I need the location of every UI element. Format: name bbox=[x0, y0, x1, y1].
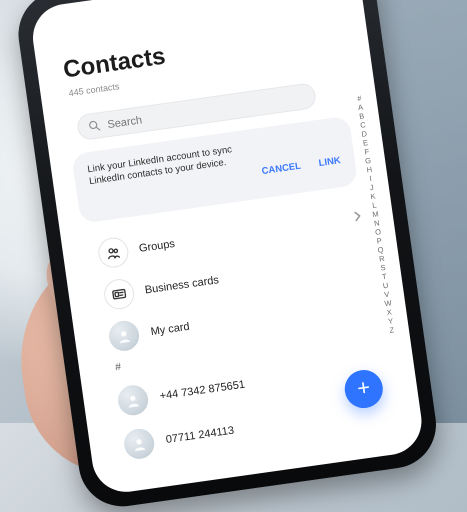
business-card-icon bbox=[103, 278, 135, 310]
my-card-label: My card bbox=[150, 321, 190, 338]
person-icon bbox=[124, 391, 142, 409]
page-title: Contacts bbox=[62, 43, 168, 85]
search-icon bbox=[87, 118, 103, 134]
smartphone: Contacts 445 contacts Link your LinkedIn… bbox=[13, 0, 442, 512]
contact-avatar bbox=[122, 427, 156, 461]
contacts-count: 445 contacts bbox=[68, 81, 120, 98]
business-cards-label: Business cards bbox=[144, 274, 220, 296]
chevron-right-icon bbox=[352, 211, 363, 222]
contact-avatar bbox=[116, 383, 150, 417]
cancel-button[interactable]: CANCEL bbox=[261, 161, 302, 177]
plus-icon: + bbox=[356, 376, 372, 400]
contact-number: 07711 244113 bbox=[165, 425, 235, 446]
banner-actions: CANCEL LINK bbox=[261, 155, 342, 177]
section-header: # bbox=[115, 362, 122, 374]
groups-icon bbox=[98, 237, 130, 269]
contacts-menu-list: Groups Business cards bbox=[83, 195, 388, 360]
link-button[interactable]: LINK bbox=[318, 155, 341, 169]
index-letter[interactable]: Z bbox=[384, 325, 399, 336]
avatar-icon bbox=[115, 327, 133, 345]
groups-label: Groups bbox=[138, 238, 175, 255]
person-icon bbox=[130, 435, 148, 453]
banner-text: Link your LinkedIn account to sync Linke… bbox=[87, 139, 269, 188]
phone-screen: Contacts 445 contacts Link your LinkedIn… bbox=[29, 0, 426, 496]
avatar bbox=[107, 319, 141, 353]
contact-number: +44 7342 875651 bbox=[159, 379, 246, 403]
